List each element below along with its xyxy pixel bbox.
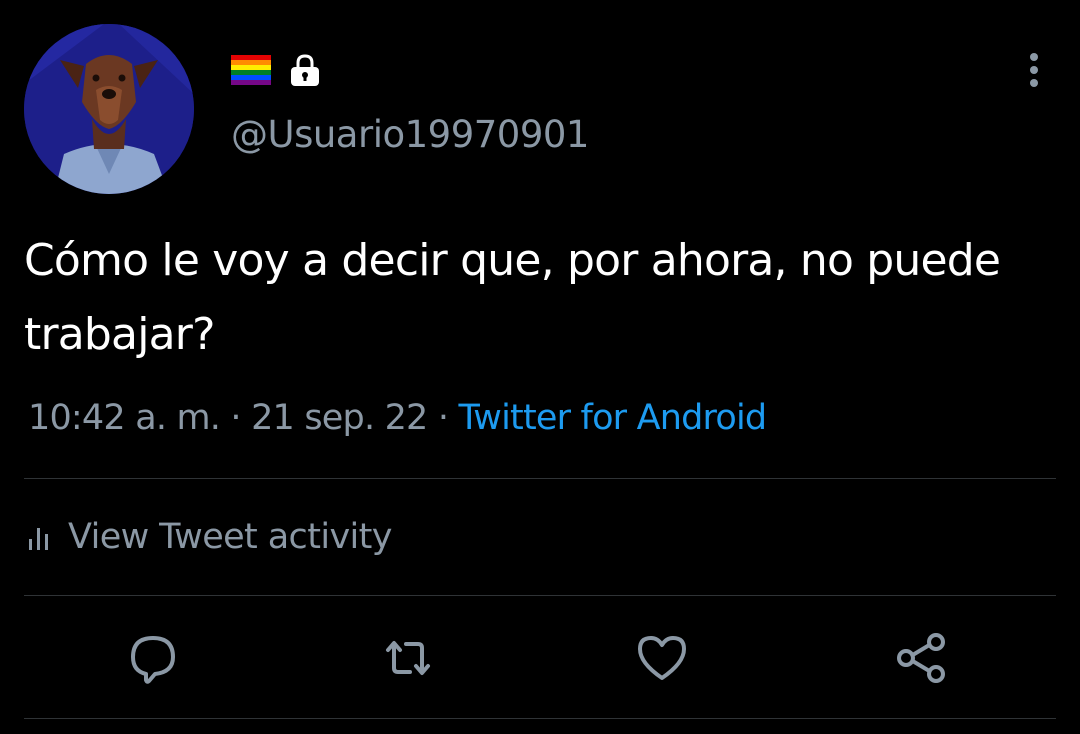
tweet-date[interactable]: 21 sep. 22 — [251, 398, 428, 438]
share-icon — [897, 633, 945, 683]
view-tweet-activity-button[interactable]: View Tweet activity — [24, 512, 393, 562]
author-handle[interactable]: @Usuario19970901 — [231, 112, 589, 158]
retweet-icon — [386, 641, 430, 675]
lock-icon — [291, 54, 319, 86]
tweet-text: Cómo le voy a decir que, por ahora, no p… — [24, 235, 1001, 360]
doberman-dog-avatar-image — [24, 24, 194, 194]
avatar[interactable] — [24, 24, 194, 194]
like-icon — [638, 636, 686, 680]
divider — [24, 595, 1056, 596]
divider — [24, 718, 1056, 719]
divider — [24, 478, 1056, 479]
more-vertical-icon — [1030, 53, 1038, 87]
like-button[interactable] — [634, 630, 690, 686]
tweet-time[interactable]: 10:42 a. m. — [28, 398, 221, 438]
rainbow-flag-icon — [231, 55, 271, 85]
reply-icon — [131, 636, 175, 684]
view-tweet-activity-label: View Tweet activity — [68, 517, 393, 557]
meta-separator: · — [427, 398, 459, 438]
more-options-button[interactable] — [1014, 50, 1054, 90]
reply-button[interactable] — [125, 630, 181, 686]
tweet-source-link[interactable]: Twitter for Android — [459, 398, 768, 438]
share-button[interactable] — [893, 630, 949, 686]
author-name-row — [231, 52, 323, 88]
retweet-button[interactable] — [380, 630, 436, 686]
meta-separator: · — [220, 398, 252, 438]
tweet-metadata: 10:42 a. m. · 21 sep. 22 · Twitter for A… — [28, 394, 768, 442]
bar-chart-icon — [29, 528, 48, 550]
